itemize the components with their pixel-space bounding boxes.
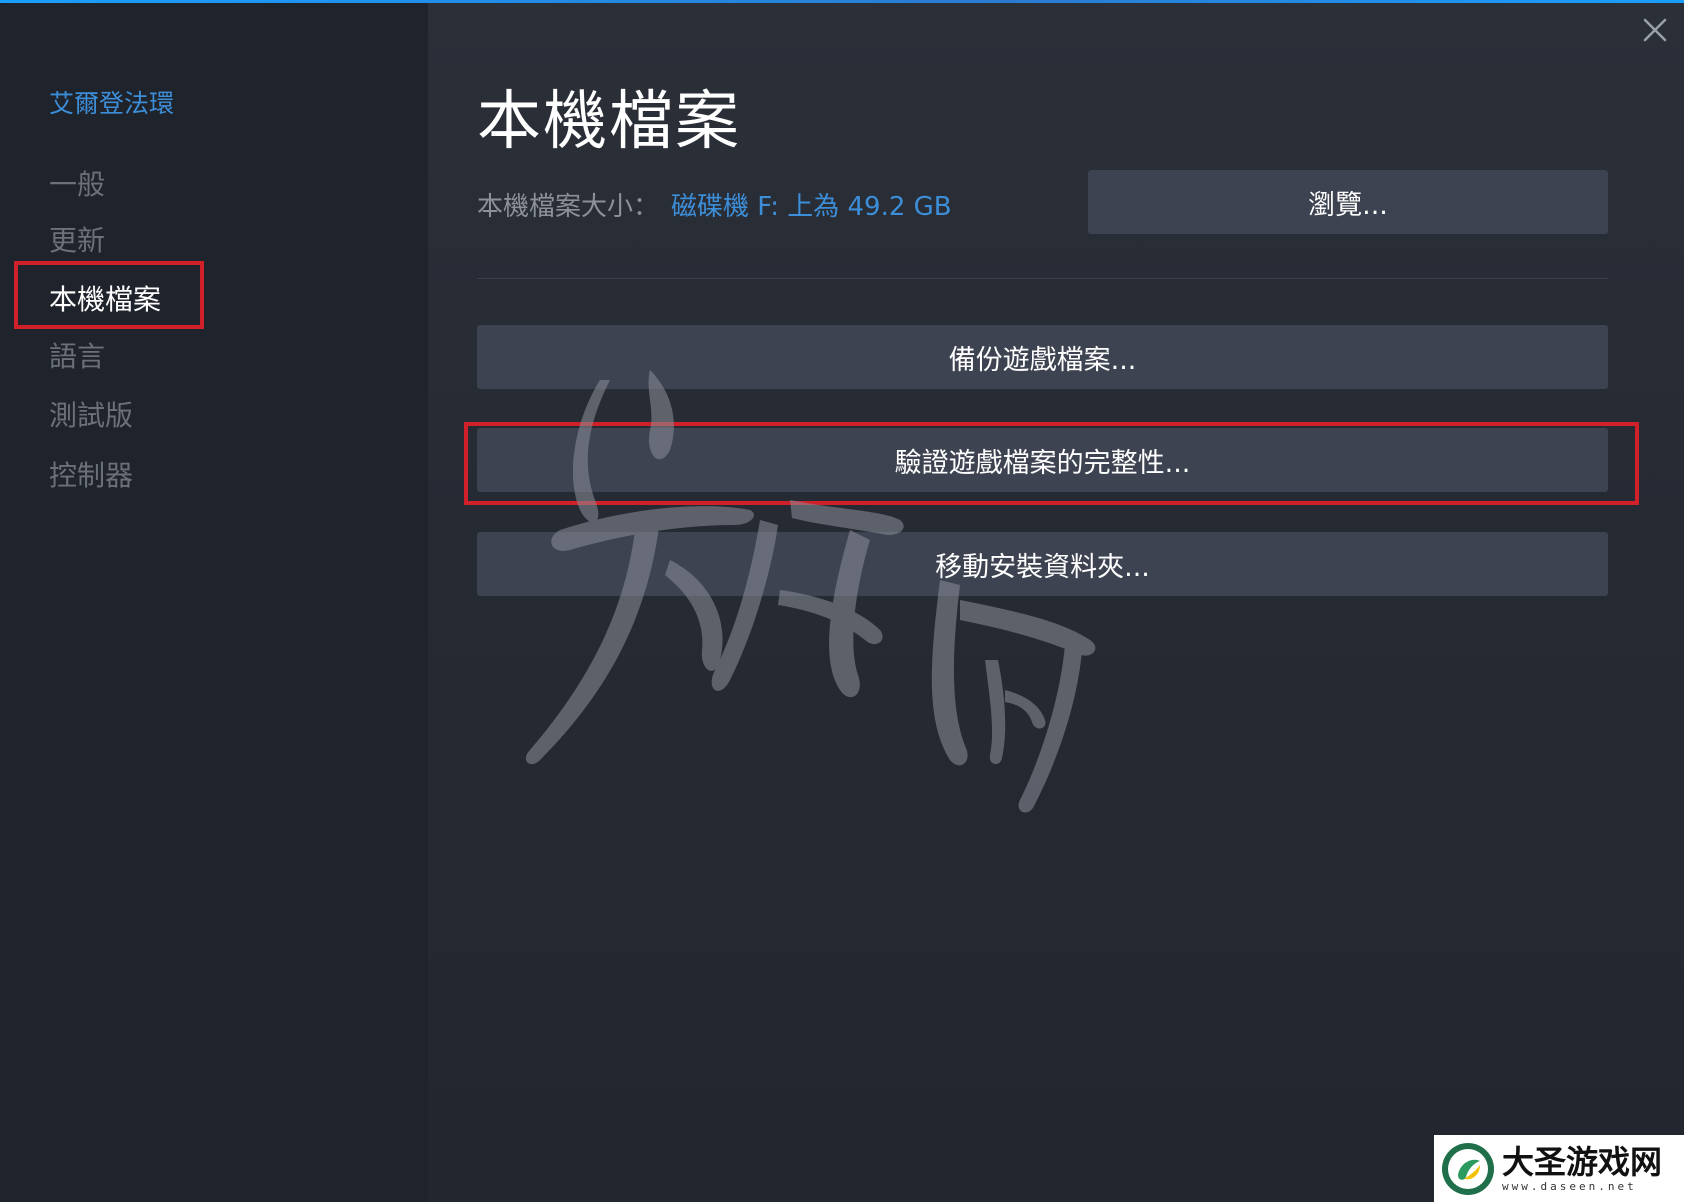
backup-game-files-button[interactable]: 備份遊戲檔案... — [477, 325, 1608, 389]
local-files-size-row: 本機檔案大小： 磁碟機 F: 上為 49.2 GB — [477, 186, 952, 223]
sidebar-game-title: 艾爾登法環 — [49, 89, 175, 118]
page-title: 本機檔案 — [477, 85, 741, 159]
sidebar-item-betas[interactable]: 測試版 — [49, 394, 133, 434]
logo-url: www.daseen.net — [1502, 1180, 1637, 1193]
move-install-folder-button[interactable]: 移動安裝資料夾... — [477, 532, 1608, 596]
close-icon[interactable] — [1637, 12, 1673, 48]
logo-name: 大圣游戏网 — [1502, 1143, 1663, 1181]
sidebar-item-controller[interactable]: 控制器 — [49, 454, 133, 494]
highlight-box-verify — [464, 422, 1639, 505]
game-properties-window: 艾爾登法環 一般 更新 本機檔案 語言 測試版 控制器 本機檔案 本機檔案大小：… — [0, 0, 1684, 1202]
browse-button[interactable]: 瀏覽... — [1088, 170, 1608, 234]
divider — [477, 278, 1608, 279]
sidebar-item-language[interactable]: 語言 — [49, 335, 105, 375]
highlight-box-sidebar — [14, 261, 204, 329]
sidebar-item-updates[interactable]: 更新 — [49, 219, 105, 259]
logo-emblem-icon — [1442, 1142, 1494, 1195]
size-label: 本機檔案大小： — [477, 192, 660, 222]
site-logo: 大圣游戏网 www.daseen.net — [1434, 1135, 1684, 1202]
sidebar-item-general[interactable]: 一般 — [49, 163, 105, 203]
size-value: 磁碟機 F: 上為 49.2 GB — [671, 192, 952, 222]
